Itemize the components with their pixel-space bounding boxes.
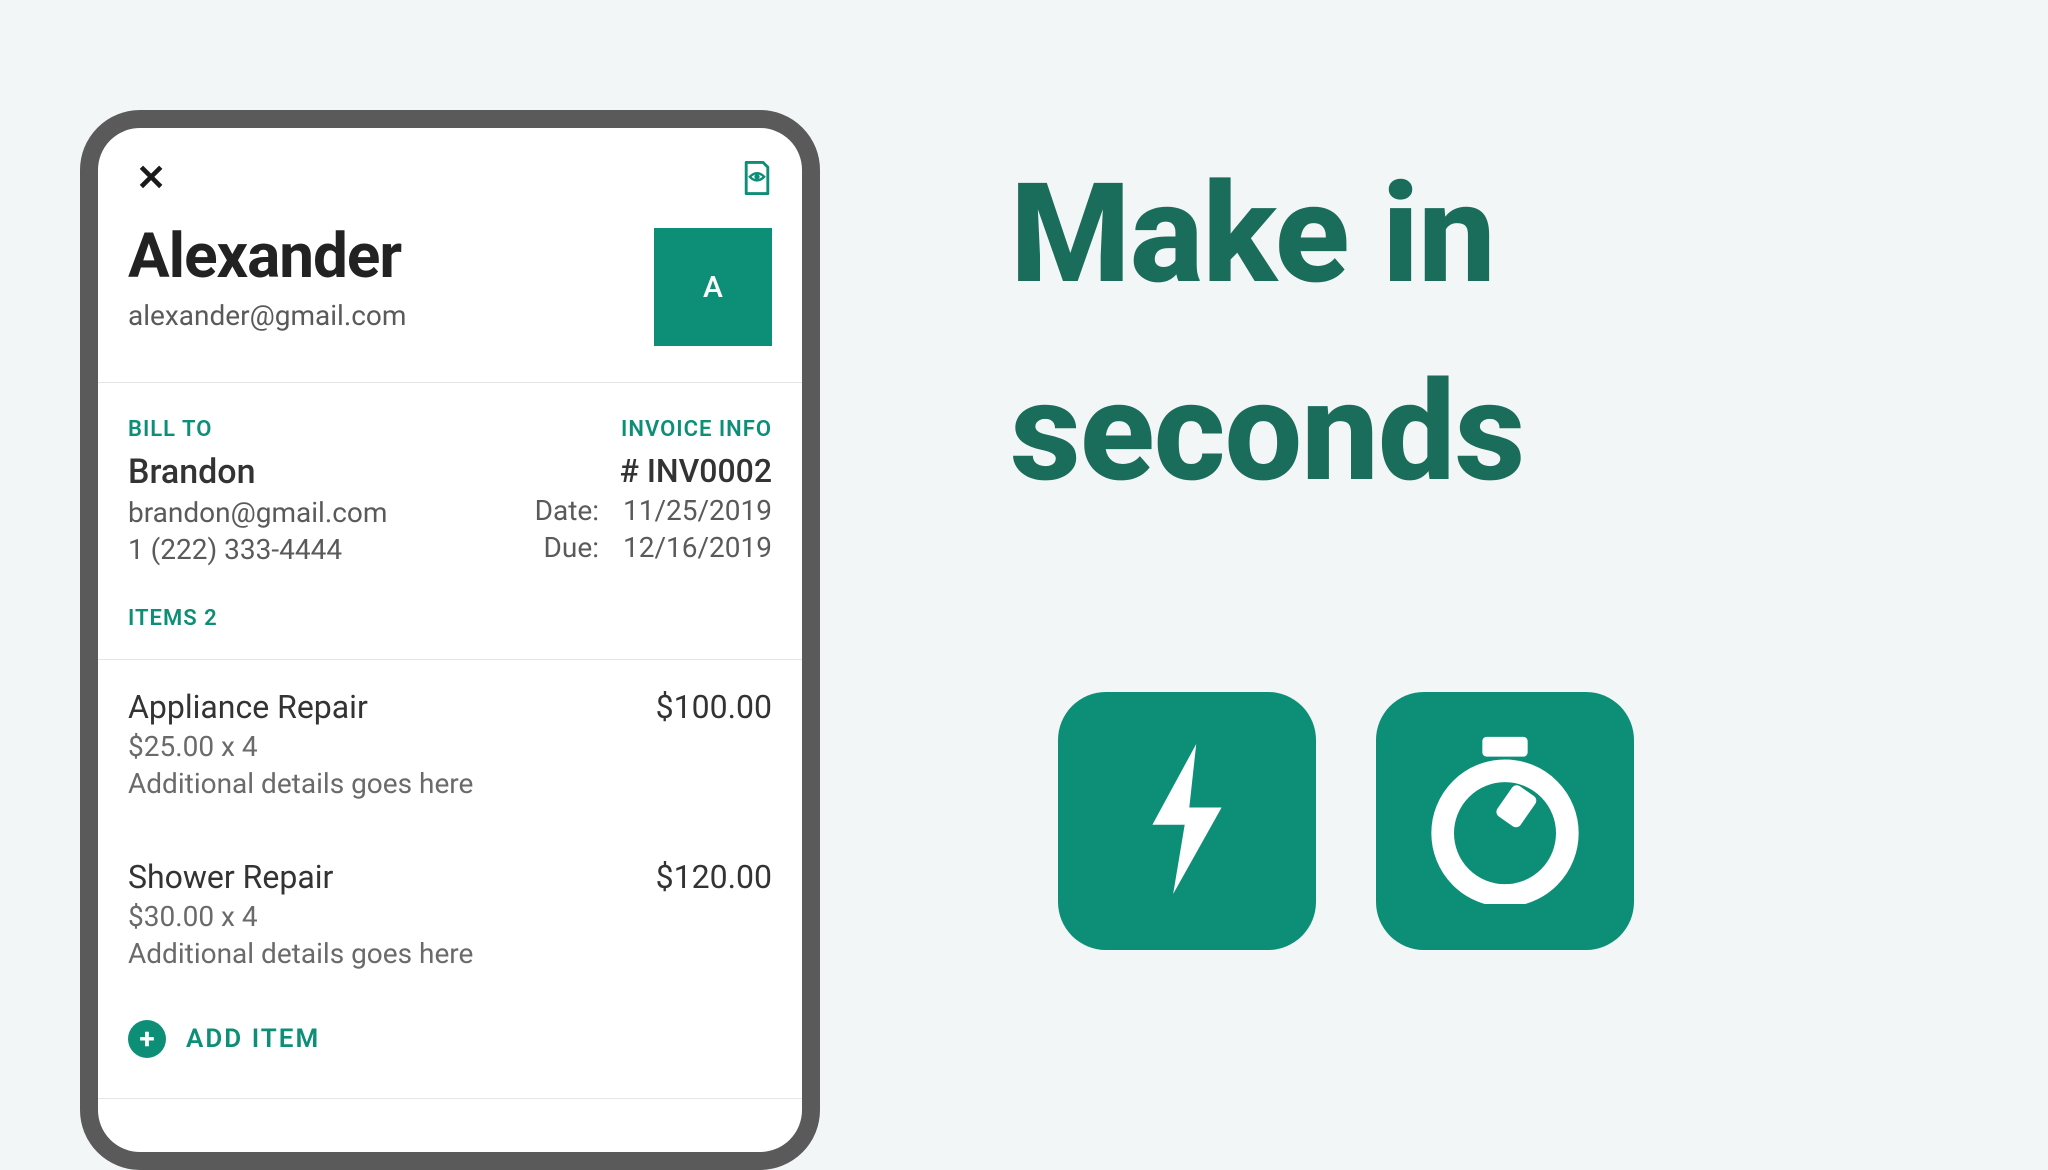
sender-avatar[interactable]: A: [654, 228, 772, 346]
item-title: Appliance Repair: [128, 688, 473, 726]
add-item-button[interactable]: + ADD ITEM: [98, 1000, 802, 1099]
add-item-label: ADD ITEM: [186, 1024, 320, 1054]
lightning-icon: [1122, 744, 1252, 898]
invoice-number: # INV0002: [529, 452, 772, 490]
phone-mockup: ✕ Alexander alexander@gmail.com A BILL T…: [80, 110, 820, 1170]
promo-tiles: [1058, 692, 1634, 950]
item-calc: $25.00 x 4: [128, 730, 473, 763]
item-details: Additional details goes here: [128, 767, 473, 800]
line-item[interactable]: Appliance Repair $25.00 x 4 Additional d…: [98, 660, 802, 830]
sender-email: alexander@gmail.com: [128, 299, 406, 332]
sender-name: Alexander: [128, 220, 406, 293]
invoice-due-value: 12/16/2019: [623, 531, 772, 564]
bill-to-label: BILL TO: [128, 417, 387, 442]
plus-icon: +: [128, 1020, 166, 1058]
bill-to-block[interactable]: BILL TO Brandon brandon@gmail.com 1 (222…: [128, 417, 387, 566]
invoice-screen: ✕ Alexander alexander@gmail.com A BILL T…: [98, 128, 802, 1152]
close-icon[interactable]: ✕: [128, 156, 174, 200]
bill-to-email: brandon@gmail.com: [128, 496, 387, 529]
invoice-info-label: INVOICE INFO: [529, 417, 772, 442]
preview-document-icon[interactable]: [742, 160, 772, 196]
promo-line-1: Make in: [1010, 165, 1524, 303]
invoice-date-value: 11/25/2019: [623, 494, 772, 527]
invoice-date-row: Date: 11/25/2019: [529, 494, 772, 527]
items-header: ITEMS 2: [98, 606, 802, 660]
invoice-due-row: Due: 12/16/2019: [529, 531, 772, 564]
bill-to-phone: 1 (222) 333-4444: [128, 533, 387, 566]
bill-to-name: Brandon: [128, 452, 387, 492]
line-item[interactable]: Shower Repair $30.00 x 4 Additional deta…: [98, 830, 802, 1000]
items-count-label: ITEMS 2: [128, 606, 772, 631]
item-amount: $120.00: [656, 858, 772, 970]
stopwatch-tile: [1376, 692, 1634, 950]
item-details: Additional details goes here: [128, 937, 473, 970]
item-title: Shower Repair: [128, 858, 473, 896]
stopwatch-icon: [1420, 734, 1590, 908]
invoice-date-label: Date:: [529, 494, 599, 527]
item-calc: $30.00 x 4: [128, 900, 473, 933]
invoice-due-label: Due:: [529, 531, 599, 564]
promo-line-2: seconds: [1010, 363, 1524, 501]
item-amount: $100.00: [656, 688, 772, 800]
lightning-tile: [1058, 692, 1316, 950]
top-bar: ✕: [98, 128, 802, 210]
avatar-initial: A: [703, 270, 723, 305]
invoice-info-block[interactable]: INVOICE INFO # INV0002 Date: 11/25/2019 …: [529, 417, 772, 566]
promo-headline: Make in seconds: [1010, 165, 1524, 501]
invoice-header: Alexander alexander@gmail.com A: [98, 210, 802, 383]
sender-block[interactable]: Alexander alexander@gmail.com: [128, 220, 406, 332]
info-row: BILL TO Brandon brandon@gmail.com 1 (222…: [98, 383, 802, 606]
